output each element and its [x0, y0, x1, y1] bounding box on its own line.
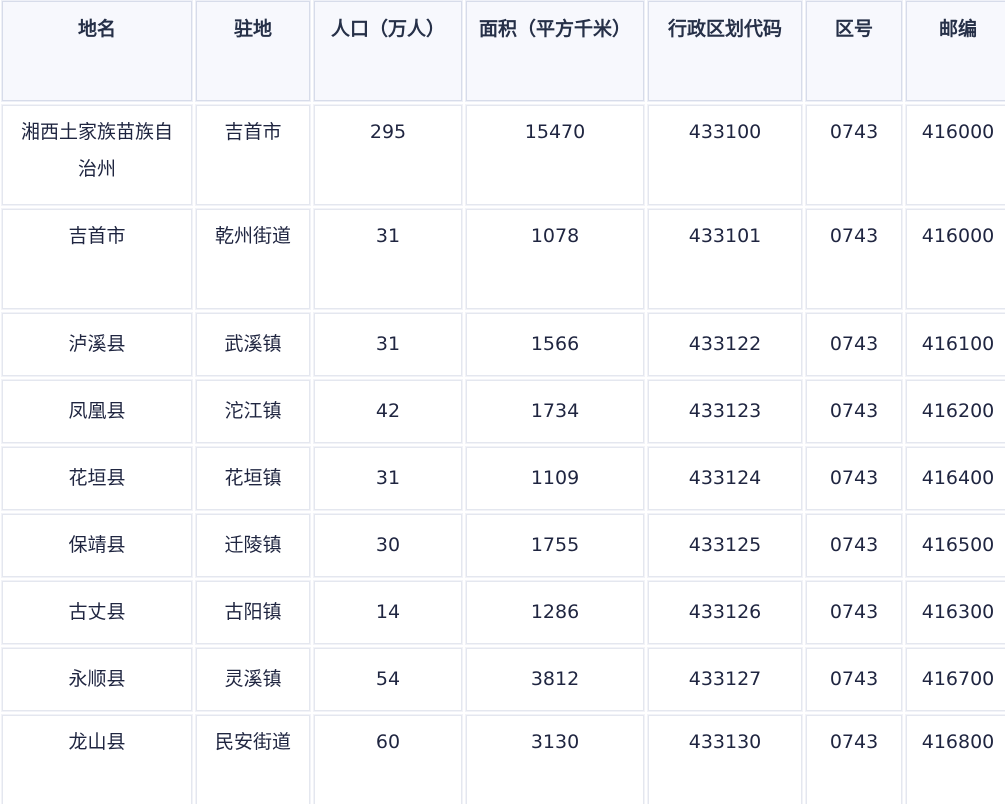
cell-postal-code: 416500: [906, 514, 1005, 577]
cell-seat: 花垣镇: [196, 447, 310, 510]
cell-place-name: 古丈县: [2, 581, 192, 644]
cell-area-code: 0743: [806, 514, 902, 577]
header-row: 地名 驻地 人口（万人） 面积（平方千米） 行政区划代码 区号 邮编: [2, 1, 1005, 101]
cell-seat: 迁陵镇: [196, 514, 310, 577]
cell-population: 42: [314, 380, 462, 443]
table-row: 龙山县 民安街道 60 3130 433130 0743 416800: [2, 715, 1005, 804]
cell-postal-code: 416300: [906, 581, 1005, 644]
cell-postal-code: 416800: [906, 715, 1005, 804]
cell-area-code: 0743: [806, 209, 902, 309]
cell-postal-code: 416000: [906, 209, 1005, 309]
cell-population: 54: [314, 648, 462, 711]
cell-place-name: 泸溪县: [2, 313, 192, 376]
cell-postal-code: 416100: [906, 313, 1005, 376]
cell-admin-code: 433100: [648, 105, 802, 205]
cell-area: 3812: [466, 648, 644, 711]
cell-seat: 武溪镇: [196, 313, 310, 376]
cell-area: 1286: [466, 581, 644, 644]
cell-admin-code: 433125: [648, 514, 802, 577]
table-row: 吉首市 乾州街道 31 1078 433101 0743 416000: [2, 209, 1005, 309]
cell-admin-code: 433123: [648, 380, 802, 443]
cell-place-name: 湘西土家族苗族自治州: [2, 105, 192, 205]
cell-area: 1755: [466, 514, 644, 577]
data-table-container: 地名 驻地 人口（万人） 面积（平方千米） 行政区划代码 区号 邮编 湘西土家族…: [0, 0, 1005, 804]
cell-seat: 古阳镇: [196, 581, 310, 644]
cell-area: 1734: [466, 380, 644, 443]
cell-population: 31: [314, 447, 462, 510]
table-row: 凤凰县 沱江镇 42 1734 433123 0743 416200: [2, 380, 1005, 443]
cell-place-name: 凤凰县: [2, 380, 192, 443]
cell-area-code: 0743: [806, 105, 902, 205]
cell-seat: 灵溪镇: [196, 648, 310, 711]
cell-area-code: 0743: [806, 648, 902, 711]
table-row: 湘西土家族苗族自治州 吉首市 295 15470 433100 0743 416…: [2, 105, 1005, 205]
cell-admin-code: 433124: [648, 447, 802, 510]
cell-postal-code: 416200: [906, 380, 1005, 443]
cell-admin-code: 433122: [648, 313, 802, 376]
cell-area: 1566: [466, 313, 644, 376]
cell-population: 295: [314, 105, 462, 205]
cell-admin-code: 433101: [648, 209, 802, 309]
cell-place-name: 龙山县: [2, 715, 192, 804]
cell-area-code: 0743: [806, 313, 902, 376]
division-table: 地名 驻地 人口（万人） 面积（平方千米） 行政区划代码 区号 邮编 湘西土家族…: [0, 0, 1005, 804]
cell-area: 1109: [466, 447, 644, 510]
table-row: 保靖县 迁陵镇 30 1755 433125 0743 416500: [2, 514, 1005, 577]
cell-area: 1078: [466, 209, 644, 309]
cell-population: 31: [314, 313, 462, 376]
cell-place-name: 花垣县: [2, 447, 192, 510]
cell-seat: 沱江镇: [196, 380, 310, 443]
cell-postal-code: 416000: [906, 105, 1005, 205]
cell-population: 60: [314, 715, 462, 804]
cell-population: 31: [314, 209, 462, 309]
table-row: 泸溪县 武溪镇 31 1566 433122 0743 416100: [2, 313, 1005, 376]
cell-postal-code: 416700: [906, 648, 1005, 711]
cell-area-code: 0743: [806, 581, 902, 644]
cell-place-name: 保靖县: [2, 514, 192, 577]
cell-area-code: 0743: [806, 715, 902, 804]
header-area: 面积（平方千米）: [466, 1, 644, 101]
header-postal-code: 邮编: [906, 1, 1005, 101]
cell-place-name: 吉首市: [2, 209, 192, 309]
cell-admin-code: 433127: [648, 648, 802, 711]
cell-seat: 吉首市: [196, 105, 310, 205]
cell-population: 14: [314, 581, 462, 644]
cell-seat: 乾州街道: [196, 209, 310, 309]
cell-admin-code: 433130: [648, 715, 802, 804]
cell-postal-code: 416400: [906, 447, 1005, 510]
cell-area: 15470: [466, 105, 644, 205]
cell-seat: 民安街道: [196, 715, 310, 804]
table-row: 古丈县 古阳镇 14 1286 433126 0743 416300: [2, 581, 1005, 644]
header-place-name: 地名: [2, 1, 192, 101]
header-seat: 驻地: [196, 1, 310, 101]
header-admin-code: 行政区划代码: [648, 1, 802, 101]
header-population: 人口（万人）: [314, 1, 462, 101]
cell-area: 3130: [466, 715, 644, 804]
cell-admin-code: 433126: [648, 581, 802, 644]
header-area-code: 区号: [806, 1, 902, 101]
cell-population: 30: [314, 514, 462, 577]
table-row: 花垣县 花垣镇 31 1109 433124 0743 416400: [2, 447, 1005, 510]
cell-area-code: 0743: [806, 447, 902, 510]
cell-area-code: 0743: [806, 380, 902, 443]
cell-place-name: 永顺县: [2, 648, 192, 711]
table-row: 永顺县 灵溪镇 54 3812 433127 0743 416700: [2, 648, 1005, 711]
